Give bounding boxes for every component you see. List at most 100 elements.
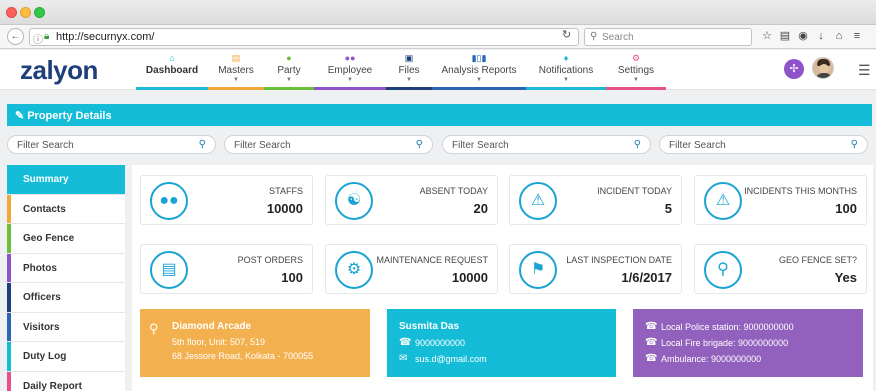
filter-placeholder: Filter Search	[669, 140, 726, 151]
expand-icon[interactable]: ✢	[784, 59, 804, 79]
group-icon: ●●	[150, 182, 188, 220]
section-header: ✎ Property Details	[7, 104, 872, 126]
caret-down-icon: ▼	[233, 77, 239, 83]
sidebar-item-daily-report[interactable]: Daily Report	[7, 371, 125, 391]
stat-label: STAFFS	[269, 186, 303, 196]
menu-party[interactable]: ● Party ▼	[264, 50, 314, 90]
menu-masters[interactable]: ▤ Masters ▼	[208, 50, 264, 90]
search-icon[interactable]: ⚲	[634, 139, 641, 150]
caret-down-icon: ▼	[563, 77, 569, 83]
filter-search-input[interactable]: Filter Search ⚲	[659, 135, 868, 154]
main-menu: ⌂ Dashboard ▤ Masters ▼ ● Party ▼ ●● Emp…	[136, 50, 666, 90]
sidebar-item-visitors[interactable]: Visitors	[7, 312, 125, 342]
location-pin-icon: ⚲	[149, 321, 159, 336]
back-arrow-icon[interactable]: ←	[7, 28, 24, 45]
address-line-1: 5th floor, Unit: 507, 519	[172, 337, 266, 347]
search-icon[interactable]: ⚲	[416, 139, 423, 150]
close-window-button[interactable]	[6, 7, 17, 18]
stat-card-incident-today[interactable]: ⚠︎ INCIDENT TODAY 5	[509, 175, 682, 225]
address-panel: ⚲ Diamond Arcade 5th floor, Unit: 507, 5…	[140, 309, 370, 377]
sidebar-item-label: Officers	[23, 292, 61, 303]
bar-chart-icon: ▮▯▮	[471, 53, 487, 63]
contact-name: Susmita Das	[399, 321, 460, 332]
filter-search-input[interactable]: Filter Search ⚲	[442, 135, 651, 154]
menu-files[interactable]: ▣ Files ▼	[386, 50, 432, 90]
menu-settings[interactable]: ⚙︎ Settings ▼	[606, 50, 666, 90]
filter-search-input[interactable]: Filter Search ⚲	[7, 135, 216, 154]
stat-label: POST ORDERS	[237, 255, 303, 265]
caret-down-icon: ▼	[286, 77, 292, 83]
stat-label: ABSENT TODAY	[419, 186, 488, 196]
handshake-icon: ☯	[335, 182, 373, 220]
sidebar-item-label: Visitors	[23, 321, 60, 333]
warning-calendar-icon: ⚠︎	[704, 182, 742, 220]
ambulance-phone[interactable]: Ambulance: 9000000000	[661, 354, 761, 364]
stat-card-maintenance-request[interactable]: ⚙︎ MAINTENANCE REQUEST 10000	[325, 244, 498, 294]
info-icon[interactable]: ⓘ	[33, 31, 43, 46]
stat-value: 100	[835, 201, 857, 216]
download-icon[interactable]: ↓	[812, 30, 830, 42]
address-line-2: 68 Jessore Road, Kolkata - 700055	[172, 351, 314, 361]
stat-label: MAINTENANCE REQUEST	[376, 255, 488, 265]
bookmark-star-icon[interactable]: ☆	[758, 29, 776, 42]
menu-dashboard[interactable]: ⌂ Dashboard	[136, 50, 208, 90]
map-pin-icon: ⚲	[704, 251, 742, 289]
menu-analysis-reports[interactable]: ▮▯▮ Analysis Reports ▼	[432, 50, 526, 90]
pocket-icon[interactable]: ◉	[794, 29, 812, 42]
browser-toolbar: ← ⓘ 🔒︎ http://securnyx.com/ ↻ ⚲ Search ☆…	[0, 25, 876, 49]
minimize-window-button[interactable]	[20, 7, 31, 18]
phone-icon: ☎	[645, 321, 658, 332]
search-icon: ⚲	[590, 31, 598, 42]
menu-notifications[interactable]: ♦ Notifications ▼	[526, 50, 606, 90]
logo[interactable]: zalyon	[20, 55, 98, 86]
maximize-window-button[interactable]	[34, 7, 45, 18]
menu-label: Party	[277, 65, 301, 76]
filter-placeholder: Filter Search	[234, 140, 291, 151]
user-icon: ●	[286, 53, 292, 63]
sidebar-item-officers[interactable]: Officers	[7, 283, 125, 313]
menu-employee[interactable]: ●● Employee ▼	[314, 50, 386, 90]
edit-icon: ✎	[15, 110, 25, 122]
reload-icon[interactable]: ↻	[562, 28, 571, 41]
contact-panel: Susmita Das ☎ 9000000000 ✉ sus.d@gmail.c…	[387, 309, 616, 377]
search-icon[interactable]: ⚲	[851, 139, 858, 150]
browser-search-input[interactable]: ⚲ Search	[584, 28, 752, 46]
address-bar[interactable]: ⓘ 🔒︎ http://securnyx.com/	[29, 28, 579, 46]
section-title: Property Details	[27, 110, 112, 122]
sidebar-item-summary[interactable]: Summary	[7, 165, 125, 195]
avatar[interactable]	[812, 57, 834, 79]
contact-email[interactable]: sus.d@gmail.com	[415, 354, 487, 364]
sidebar-item-geo-fence[interactable]: Geo Fence	[7, 224, 125, 254]
menu-label: Dashboard	[145, 65, 199, 76]
stat-card-last-inspection[interactable]: ⚑ LAST INSPECTION DATE 1/6/2017	[509, 244, 682, 294]
menu-label: Analysis Reports	[441, 65, 517, 76]
sidebar-item-label: Duty Log	[23, 351, 67, 362]
search-icon[interactable]: ⚲	[199, 139, 206, 150]
stat-value: 10000	[451, 270, 488, 285]
stat-card-geo-fence[interactable]: ⚲ GEO FENCE SET? Yes	[694, 244, 867, 294]
order-doc-icon: ▤	[150, 251, 188, 289]
url-text[interactable]: http://securnyx.com/	[56, 31, 154, 43]
folder-icon: ▣	[404, 53, 414, 63]
fire-brigade-phone[interactable]: Local Fire brigade: 9000000000	[661, 338, 788, 348]
search-placeholder: Search	[602, 32, 634, 43]
reading-list-icon[interactable]: ▤	[776, 29, 794, 42]
stat-value: 20	[473, 201, 488, 216]
sidebar-item-contacts[interactable]: Contacts	[7, 194, 125, 224]
sidebar-item-duty-log[interactable]: Duty Log	[7, 342, 125, 372]
filter-search-input[interactable]: Filter Search ⚲	[224, 135, 433, 154]
stat-card-post-orders[interactable]: ▤ POST ORDERS 100	[140, 244, 313, 294]
stat-label: GEO FENCE SET?	[778, 255, 857, 265]
hamburger-menu-icon[interactable]: ☰	[858, 62, 871, 79]
police-phone[interactable]: Local Police station: 9000000000	[661, 322, 794, 332]
sidebar-item-photos[interactable]: Photos	[7, 253, 125, 283]
stat-card-incidents-month[interactable]: ⚠︎ INCIDENTS THIS MONTHS 100	[694, 175, 867, 225]
bell-icon: ♦	[563, 53, 569, 63]
stat-card-absent-today[interactable]: ☯ ABSENT TODAY 20	[325, 175, 498, 225]
browser-menu-icon[interactable]: ≡	[848, 30, 866, 42]
warning-icon: ⚠︎	[519, 182, 557, 220]
stat-card-staffs[interactable]: ●● STAFFS 10000	[140, 175, 313, 225]
caret-down-icon: ▼	[347, 77, 353, 83]
home-icon[interactable]: ⌂	[830, 30, 848, 42]
contact-phone[interactable]: 9000000000	[415, 338, 465, 348]
